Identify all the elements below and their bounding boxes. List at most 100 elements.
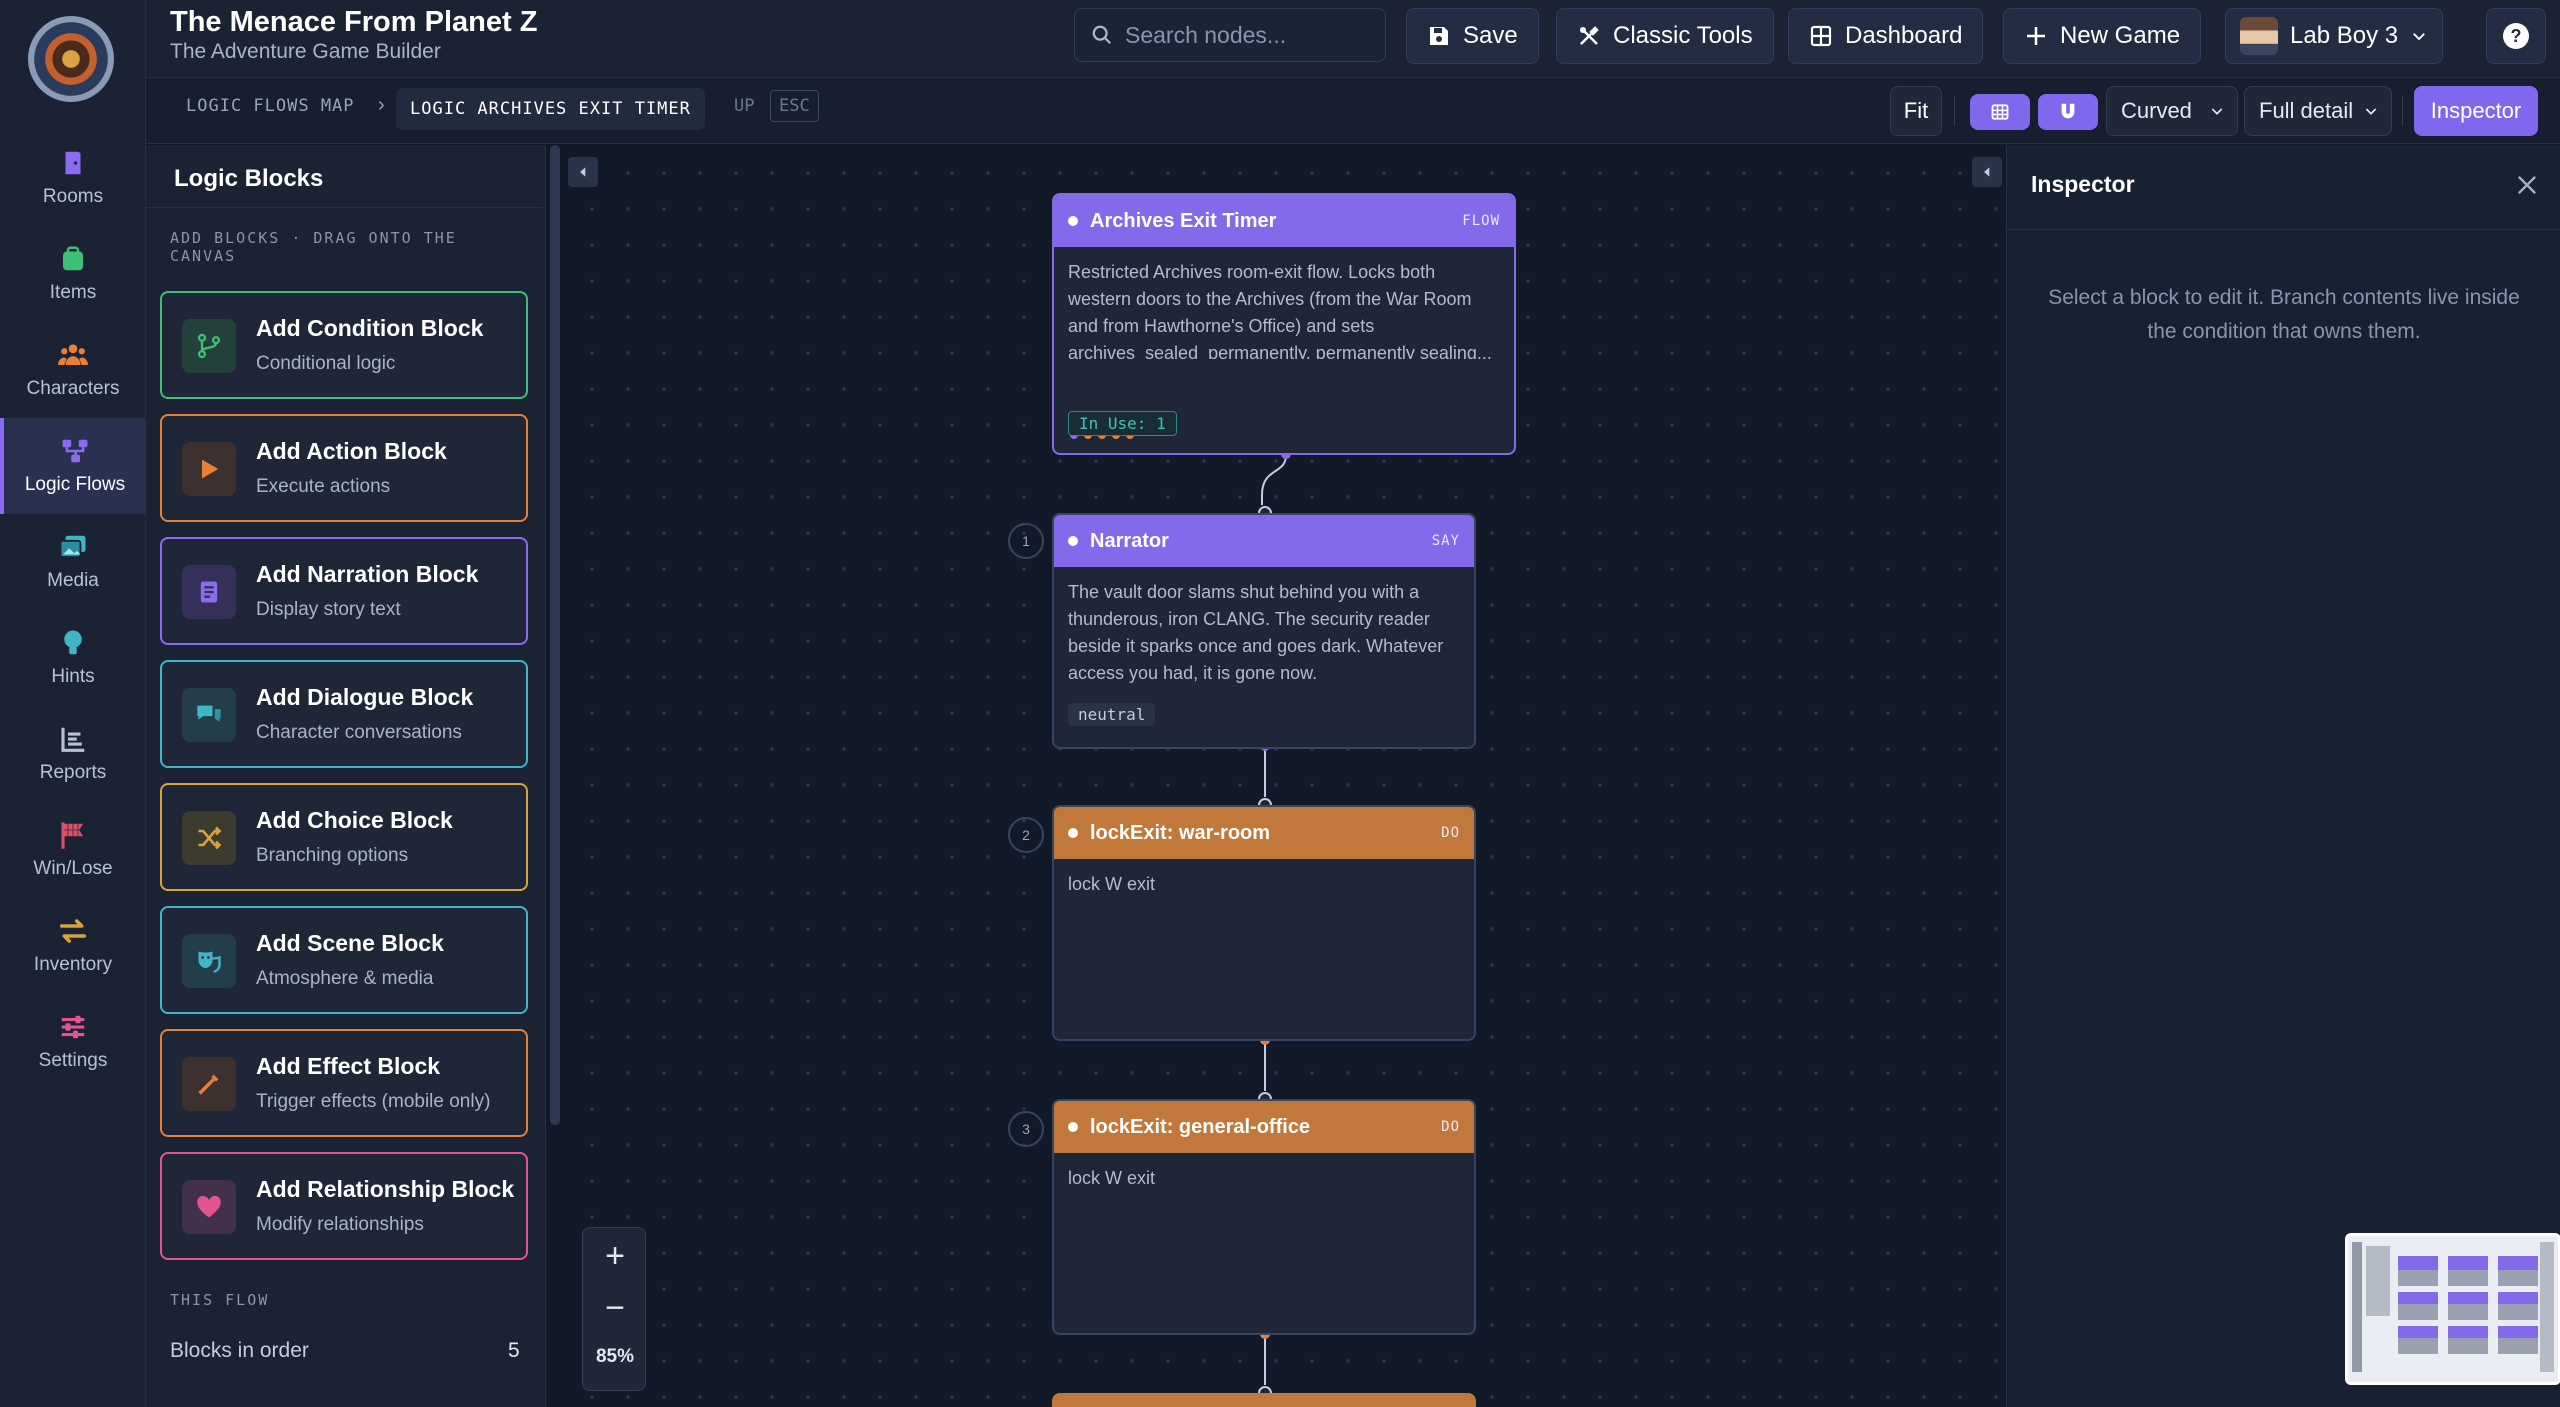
shuffle-icon (182, 811, 236, 865)
block-subtitle: Display story text (256, 599, 401, 620)
user-menu[interactable]: Lab Boy 3 (2225, 8, 2444, 64)
nav-label: Inventory (33, 954, 113, 975)
grid-toggle[interactable] (1970, 94, 2030, 130)
nav-reports[interactable]: Reports (0, 706, 146, 802)
new-game-button[interactable]: New Game (2003, 8, 2202, 64)
nav-inventory[interactable]: Inventory (0, 898, 146, 994)
lock-exit-node[interactable]: lockExit: general-office DO lock W exit (1052, 1099, 1476, 1335)
node-header: lockExit: war-room DO (1054, 807, 1474, 859)
nav-label: Win/Lose (33, 858, 113, 879)
blocks-in-order-label: Blocks in order (170, 1339, 309, 1362)
wand-icon (182, 1057, 236, 1111)
nav-logic-flows[interactable]: Logic Flows (0, 418, 146, 514)
up-hint[interactable]: UP (734, 96, 754, 116)
inspector-panel: Inspector Select a block to edit it. Bra… (2006, 145, 2560, 1407)
narrator-node[interactable]: Narrator SAY The vault door slams shut b… (1052, 513, 1476, 749)
grid-icon (1991, 104, 2009, 120)
add-effect-block[interactable]: Add Effect Block Trigger effects (mobile… (160, 1029, 528, 1137)
images-icon (59, 535, 86, 558)
detail-select[interactable]: Full detail (2244, 86, 2392, 136)
branch-icon (182, 319, 236, 373)
step-number: 1 (1008, 523, 1044, 559)
dashboard-label: Dashboard (1845, 22, 1963, 49)
zoom-out-button[interactable]: − (583, 1282, 647, 1334)
block-title: Add Effect Block (256, 1053, 441, 1079)
inspector-empty-message: Select a block to edit it. Branch conten… (2048, 286, 2520, 343)
inspector-toggle-button[interactable]: Inspector (2414, 86, 2538, 136)
node-title: lockExit: war-room (1090, 821, 1271, 844)
list-icon (61, 727, 85, 752)
breadcrumb-root[interactable]: LOGIC FLOWS MAP (186, 96, 355, 116)
node-description: lock W exit (1068, 1168, 1156, 1188)
add-choice-block[interactable]: Add Choice Block Branching options (160, 783, 528, 891)
node-tag: SAY (1431, 533, 1460, 549)
chevron-down-icon (2211, 108, 2223, 115)
block-subtitle: Trigger effects (mobile only) (256, 1091, 491, 1112)
nav-win-lose[interactable]: Win/Lose (0, 802, 146, 898)
nav-label: Characters (26, 378, 120, 399)
nav-label: Items (49, 282, 97, 303)
help-button[interactable]: ? (2486, 8, 2546, 64)
block-title: Add Action Block (256, 438, 447, 464)
flow-canvas[interactable]: Archives Exit Timer FLOW Restricted Arch… (562, 145, 2004, 1407)
step-number: 2 (1008, 817, 1044, 853)
chevron-down-icon (2365, 108, 2377, 115)
search-box (1074, 8, 1386, 62)
masks-icon (182, 934, 236, 988)
add-action-block[interactable]: Add Action Block Execute actions (160, 414, 528, 522)
add-narration-block[interactable]: Add Narration Block Display story text (160, 537, 528, 645)
node-header: lockExit: general-office DO (1054, 1101, 1474, 1153)
nav-settings[interactable]: Settings (0, 994, 146, 1090)
plus-icon (2027, 27, 2045, 45)
snap-toggle[interactable] (2038, 94, 2098, 130)
node-header: Archives Exit Timer FLOW (1054, 195, 1514, 247)
tools-icon (1580, 26, 1599, 45)
add-scene-block[interactable]: Add Scene Block Atmosphere & media (160, 906, 528, 1014)
esc-key[interactable]: ESC (770, 90, 819, 122)
node-title: Archives Exit Timer (1090, 209, 1277, 232)
block-subtitle: Branching options (256, 845, 409, 866)
nav-rooms[interactable]: Rooms (0, 130, 146, 226)
lock-exit-node[interactable]: lockExit: war-room DO lock W exit (1052, 805, 1476, 1041)
toolbar-divider (1954, 96, 1955, 126)
panel-hint: ADD BLOCKS · DRAG ONTO THE CANVAS (170, 229, 457, 265)
block-subtitle: Character conversations (256, 722, 462, 743)
breadcrumb-current: LOGIC ARCHIVES EXIT TIMER (396, 88, 705, 130)
add-relationship-block[interactable]: Add Relationship Block Modify relationsh… (160, 1152, 528, 1260)
zoom-in-button[interactable]: + (583, 1230, 647, 1282)
close-icon[interactable] (2513, 171, 2541, 199)
minimap[interactable] (2345, 1233, 2560, 1385)
block-title: Add Choice Block (256, 807, 453, 833)
nav-hints[interactable]: Hints (0, 610, 146, 706)
block-title: Add Relationship Block (256, 1176, 515, 1202)
add-condition-block[interactable]: Add Condition Block Conditional logic (160, 291, 528, 399)
app-logo[interactable] (28, 16, 114, 102)
dashboard-button[interactable]: Dashboard (1788, 8, 1984, 64)
block-title: Add Narration Block (256, 561, 479, 587)
mood-tag: neutral (1068, 703, 1156, 726)
save-button[interactable]: Save (1406, 8, 1539, 64)
nav-characters[interactable]: Characters (0, 322, 146, 418)
search-input[interactable] (1125, 21, 1365, 49)
sliders-icon (61, 1015, 85, 1039)
magnet-icon (2061, 103, 2075, 119)
nav-label: Logic Flows (24, 474, 126, 495)
edge-style-value: Curved (2121, 98, 2192, 123)
chat-icon (182, 688, 236, 742)
node-dot (1068, 216, 1078, 226)
block-title: Add Scene Block (256, 930, 444, 956)
detail-value: Full detail (2259, 98, 2354, 123)
help-icon: ? (2503, 23, 2529, 49)
bag-icon (63, 246, 83, 271)
grid-icon (1810, 25, 1832, 47)
next-node-header[interactable] (1052, 1393, 1476, 1407)
fit-button[interactable]: Fit (1890, 86, 1942, 136)
add-dialogue-block[interactable]: Add Dialogue Block Character conversatio… (160, 660, 528, 768)
classic-tools-button[interactable]: Classic Tools (1556, 8, 1774, 64)
nav-label: Reports (39, 762, 107, 783)
edge-style-select[interactable]: Curved (2106, 86, 2238, 136)
nav-media[interactable]: Media (0, 514, 146, 610)
panel-scrollbar[interactable] (550, 145, 560, 1125)
nav-items[interactable]: Items (0, 226, 146, 322)
node-dot (1068, 828, 1078, 838)
